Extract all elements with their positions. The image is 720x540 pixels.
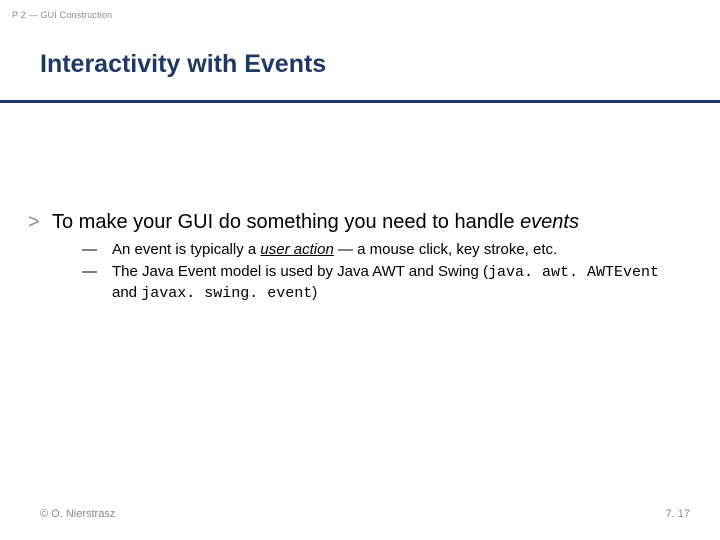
text-segment: ) [312, 284, 317, 301]
text-segment: — a mouse click, key stroke, etc. [334, 241, 557, 258]
text-em: events [520, 211, 579, 233]
slide: P 2 — GUI Construction Interactivity wit… [0, 0, 720, 540]
text-em-underline: user action [260, 241, 333, 258]
footer-copyright: © O. Nierstrasz [40, 508, 115, 520]
bullet-lvl2: — The Java Event model is used by Java A… [82, 262, 660, 304]
text-segment: The Java Event model is used by Java AWT… [112, 263, 488, 280]
bullet-text: To make your GUI do something you need t… [52, 210, 579, 234]
text-segment: and [112, 284, 141, 301]
slide-title: Interactivity with Events [40, 50, 326, 79]
code-segment: javax. swing. event [141, 285, 312, 302]
bullet-marker: — [82, 240, 112, 260]
bullet-text: The Java Event model is used by Java AWT… [112, 262, 660, 304]
bullet-lvl2: — An event is typically a user action — … [82, 240, 660, 260]
code-segment: java. awt. AWTEvent [488, 264, 659, 281]
subbullet-group: — An event is typically a user action — … [82, 240, 660, 304]
bullet-text: An event is typically a user action — a … [112, 240, 557, 260]
bullet-lvl1: > To make your GUI do something you need… [28, 210, 680, 234]
body-content: > To make your GUI do something you need… [28, 210, 680, 306]
bullet-marker: — [82, 262, 112, 304]
text-segment: To make your GUI do something you need t… [52, 211, 520, 233]
course-header: P 2 — GUI Construction [12, 10, 112, 20]
bullet-marker: > [28, 210, 52, 234]
footer-page-number: 7. 17 [666, 508, 690, 520]
text-segment: An event is typically a [112, 241, 260, 258]
title-underline [0, 100, 720, 103]
